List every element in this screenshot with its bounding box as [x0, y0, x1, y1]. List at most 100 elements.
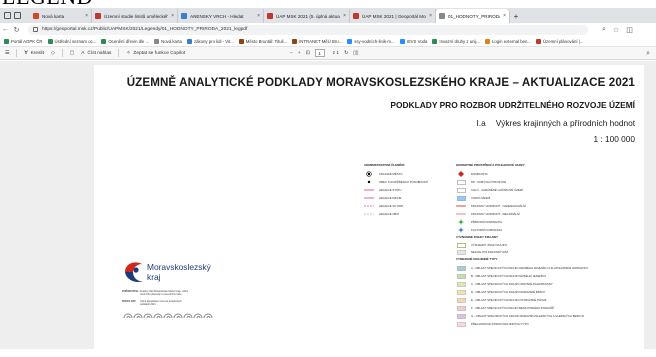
legend-item: KULTURNÍ DOMINANTA [456, 226, 588, 234]
rotate-icon[interactable]: ↻ [344, 51, 348, 56]
tab-close-icon[interactable]: × [343, 13, 346, 19]
toolbar-divider [118, 49, 120, 57]
tab-favicon-icon [439, 13, 445, 19]
legend-item: VÝZNAMNÝ ZNAK KRAJINY [456, 242, 588, 249]
tab-close-icon[interactable]: × [171, 13, 174, 19]
browser-tab[interactable]: Nová karta × [30, 9, 92, 23]
bookmark-icon [485, 38, 490, 44]
browser-tab[interactable]: ANENSKY VRCH - Hledat × [178, 9, 264, 23]
page-view-icon[interactable]: ▢ [70, 51, 75, 56]
workspaces-icon[interactable] [4, 12, 11, 19]
legend-label: OBEC S ROZŠÍŘENOU PŮSOBNOSTÍ [379, 179, 429, 184]
legend-label: PŘÍRODNÍ DOMINANTA [471, 219, 503, 224]
browser-tab[interactable]: ÚAP MSK 2021 (5. úplná aktualiz...× [264, 9, 350, 23]
bookmarks-bar: Portál AOPK ČR Ústřední seznam oc... Oceně… [0, 36, 656, 47]
overlay-heading-text: LEGEND [2, 0, 93, 8]
legend-symbol-icon [456, 187, 466, 193]
document-subtitle: PODKLADY PRO ROZBOR UDRŽITELNÉHO ROZVOJE… [390, 100, 635, 110]
overlay-heading-cropped: LEGEND [0, 0, 656, 8]
bookmark-item[interactable]: Ocenění dřevin dle ... [101, 38, 150, 44]
bookmark-label: INTRANET MěÚ Bru... [299, 38, 343, 44]
new-tab-button[interactable]: + [510, 9, 522, 23]
bookmark-label: Ocenění dřevin dle ... [108, 38, 150, 44]
address-row: ← ↻ https://geoportal.msk.cz/Public/UAPM… [0, 23, 656, 36]
bookmark-item[interactable]: Územní plánování |... [535, 38, 583, 44]
tab-close-icon[interactable]: × [429, 13, 432, 19]
copilot-button[interactable]: ✧ Zeptat se funkce Copilot [126, 51, 185, 56]
zoom-icon[interactable]: ⌕ [602, 26, 606, 34]
draw-button[interactable]: ∀ Kreslit [24, 51, 44, 56]
bookmark-item[interactable]: ISVS Voda [399, 38, 427, 44]
region-logo: Moravskoslezský kraj [122, 258, 232, 284]
browser-tab[interactable]: 01_HODNOTY_PRIRODA_2021_le...× [436, 9, 510, 23]
legend-symbol-icon [456, 313, 466, 319]
legend-item: B - OBLAST SPECIFICKÝCH KRAJIN NÍZKÉHO J… [456, 272, 588, 280]
legend-symbol-icon [456, 204, 466, 209]
bookmark-item[interactable]: Portál AOPK ČR [4, 38, 43, 44]
map-scale: 1 : 100 000 [593, 134, 635, 144]
bookmark-item[interactable]: Invazní druhy z unij... [432, 38, 480, 44]
bookmark-item[interactable]: Ústřední seznam oc... [47, 38, 96, 44]
bookmark-icon [186, 38, 192, 44]
fit-page-icon[interactable]: ⊡ [306, 51, 310, 56]
zoom-in-icon[interactable]: + [298, 51, 301, 56]
split-screen-icon[interactable]: ◫ [626, 26, 633, 34]
legend-symbol-icon [456, 281, 466, 287]
bookmark-label: ssy-vodních-linik-m... [354, 38, 395, 44]
bookmark-item[interactable]: zákony pro lidi - Vit... [186, 38, 234, 44]
legend-nature-title: HODNOTNÉ PROSTŘEDÍ A POHLEDOVÉ VAZBY [456, 163, 525, 167]
legend-item: HRANICE STÁTU [364, 186, 428, 194]
meta-data-label: ZDROJ DAT: [122, 300, 137, 303]
copilot-label: Zeptat se funkce Copilot [133, 50, 186, 56]
tab-list: Nová karta × Územní studie limitů umělecké… [30, 8, 510, 23]
legend-symbol-icon [456, 171, 466, 177]
legend-label: VODNÍ NÁDRŽ [471, 195, 491, 200]
legend-symbol-icon [364, 204, 374, 209]
address-bar[interactable]: https://geoportal.msk.cz/Public/UAPMSK/2… [28, 24, 588, 35]
legend-symbol-icon [456, 219, 466, 225]
tab-close-icon[interactable]: × [85, 13, 88, 19]
bookmark-label: Invazní druhy z unij... [439, 38, 480, 44]
favorite-star-icon[interactable]: ☆ [613, 26, 619, 34]
two-page-icon[interactable]: ▯▯ [353, 51, 358, 56]
reload-icon[interactable]: ↻ [11, 24, 22, 35]
legend-symbol-icon [456, 179, 466, 185]
bookmark-item[interactable]: Login external ben... [485, 38, 531, 44]
legend-label: B - OBLAST SPECIFICKÝCH KRAJIN NÍZKÉHO J… [471, 273, 547, 278]
bookmark-item[interactable]: Nová karta [154, 38, 182, 44]
legend-landscape-list: VÝZNAMNÝ ZNAK KRAJINY NEKVALITNÍ KRAJINNÝ… [456, 242, 588, 256]
tab-close-icon[interactable]: × [257, 13, 260, 19]
zoom-out-icon[interactable]: − [290, 51, 293, 56]
tab-actions-icon[interactable] [14, 12, 21, 19]
bookmark-item[interactable]: INTRANET MěÚ Bru... [292, 38, 343, 44]
legend-label: HRANICE OBCÍ [379, 211, 400, 216]
legend-item: OBEC S ROZŠÍŘENOU PŮSOBNOSTÍ [364, 178, 428, 186]
bookmark-label: Login external ben... [492, 38, 531, 44]
legend-item: KRAJINNÝ HORIZONT - NADREGIONÁLNÍ [456, 202, 588, 210]
legend-item: HRANICE KRAJE [364, 194, 428, 202]
document-title: ÚZEMNĚ ANALYTICKÉ PODKLADY MORAVSKOSLEZS… [126, 76, 635, 89]
back-icon[interactable]: ← [0, 24, 11, 35]
erase-icon[interactable]: ◇ [51, 51, 55, 56]
address-url: https://geoportal.msk.cz/Public/UAPMSK/2… [42, 27, 248, 32]
bookmark-item[interactable]: Město Bruntál: Tituli... [238, 38, 287, 44]
copilot-icon: ✧ [126, 50, 131, 56]
pen-icon: ∀ [24, 50, 28, 56]
legend-label: C - OBLAST SPECIFICKÝCH KRAJIN OPAVSKÉ P… [471, 281, 553, 286]
pdf-viewer[interactable]: ÚZEMNĚ ANALYTICKÉ PODKLADY MORAVSKOSLEZS… [0, 61, 656, 357]
bookmark-item[interactable]: ssy-vodních-linik-m... [347, 38, 395, 44]
search-icon[interactable]: ⌕ [646, 50, 650, 58]
meta-data-value: Úplná aktualizace územně analytických po… [140, 300, 182, 306]
contents-icon[interactable]: ☰ [5, 51, 9, 56]
tab-close-icon[interactable]: × [503, 13, 506, 19]
browser-tab[interactable]: Územní studie limitů uměleckého...× [92, 9, 178, 23]
browser-tab[interactable]: ÚAP MSK 2021 | Geoportál Mora...× [350, 9, 436, 23]
legend-symbol-icon [364, 196, 374, 201]
page-number-input[interactable]: 1 [314, 49, 325, 57]
read-aloud-button[interactable]: A Číst nahlas [81, 51, 111, 56]
tab-label: Územní studie limitů uměleckého... [104, 13, 168, 19]
page-total: z 1 [332, 50, 340, 56]
legend-symbol-icon [456, 289, 466, 295]
legend-item: DP - DOBÝVACÍ PROSTOR [456, 178, 588, 186]
legend-label: NEKVALITNÍ KRAJINNÝ RÁZ [471, 250, 509, 255]
